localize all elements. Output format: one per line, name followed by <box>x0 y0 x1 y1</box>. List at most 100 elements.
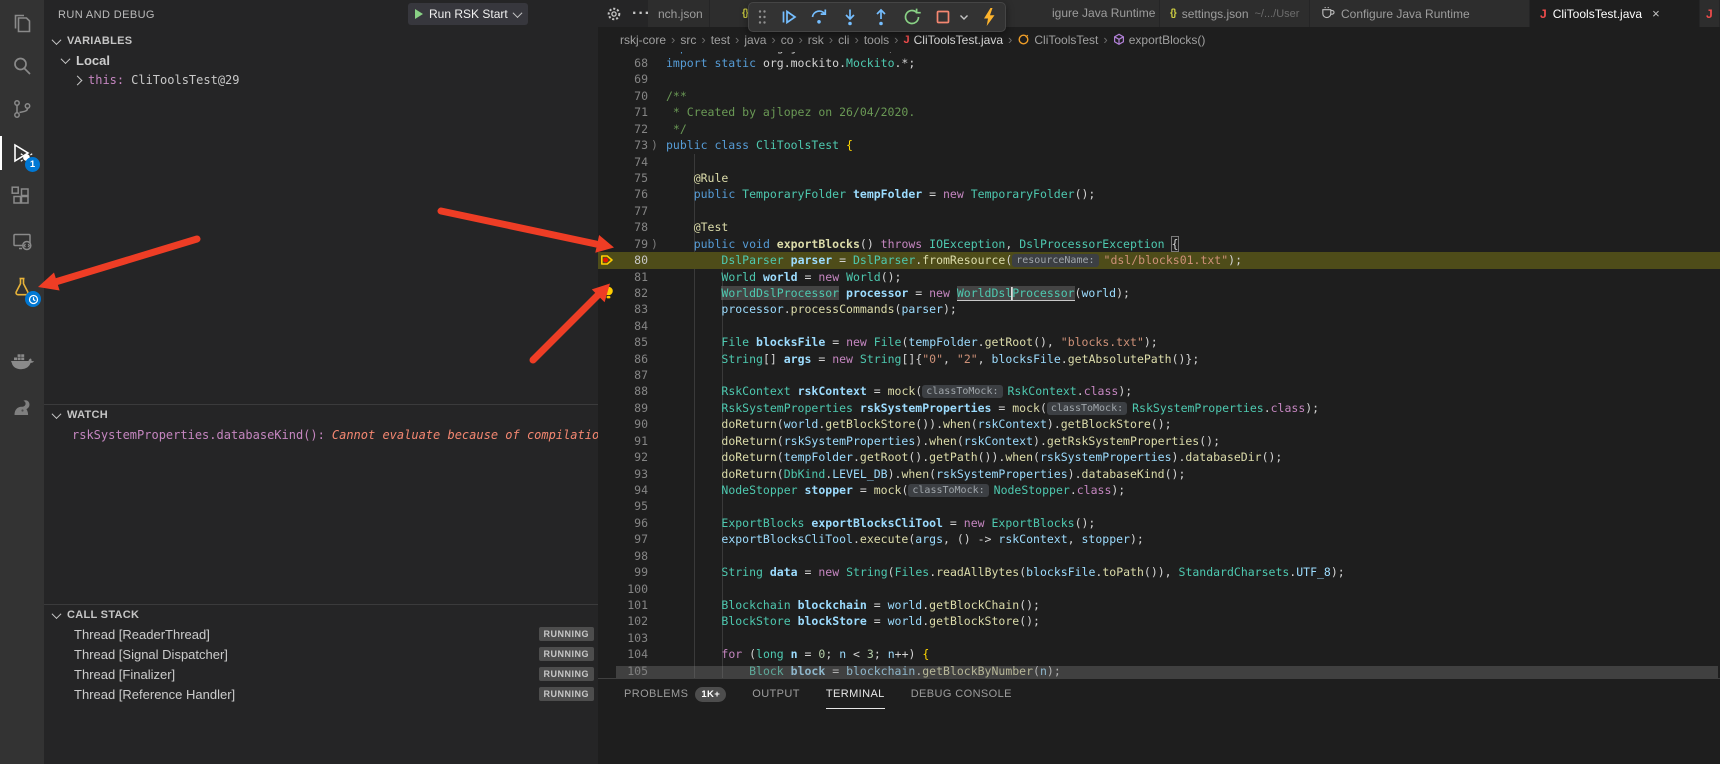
line-number[interactable]: 90 <box>598 416 648 432</box>
breadcrumb-item[interactable]: rskj-core <box>620 33 666 47</box>
line-number[interactable]: 80 <box>598 252 648 268</box>
horizontal-scrollbar[interactable] <box>616 666 1718 678</box>
panel-tab-terminal[interactable]: TERMINAL <box>826 679 885 709</box>
line-number[interactable]: 99 <box>598 564 648 580</box>
step-into-icon[interactable] <box>840 7 860 27</box>
code-text: import static org.junit.Assert.*; <box>666 52 895 54</box>
line-number[interactable]: 91 <box>598 433 648 449</box>
stop-icon[interactable] <box>933 7 953 27</box>
call-stack-thread-row[interactable]: Thread [Reference Handler]RUNNING <box>44 684 598 704</box>
code-editor[interactable]: 67import static org.junit.Assert.*;68imp… <box>598 52 1720 678</box>
line-number[interactable]: 82 <box>598 285 648 301</box>
call-stack-thread-row[interactable]: Thread [Finalizer]RUNNING <box>44 664 598 684</box>
line-number[interactable]: 101 <box>598 597 648 613</box>
drag-grip-icon[interactable] <box>757 8 767 26</box>
breadcrumb-item[interactable]: cli <box>838 33 849 47</box>
search-icon[interactable] <box>0 45 44 87</box>
breadcrumb-item[interactable]: tools <box>864 33 889 47</box>
test-running-clock-badge <box>25 291 41 307</box>
line-number[interactable]: 98 <box>598 548 648 564</box>
panel-tab-debug-console[interactable]: DEBUG CONSOLE <box>911 679 1012 709</box>
breadcrumb-class[interactable]: CliToolsTest <box>1034 33 1098 47</box>
source-control-icon[interactable] <box>0 88 44 130</box>
tab-settings-json[interactable]: {} settings.json ~/.../User <box>1160 0 1310 27</box>
line-number[interactable]: 95 <box>598 498 648 514</box>
line-number[interactable]: 70 <box>598 88 648 104</box>
start-debugging-icon[interactable] <box>415 9 423 19</box>
breadcrumb-member[interactable]: exportBlocks() <box>1129 33 1206 47</box>
remote-explorer-icon[interactable] <box>0 220 44 262</box>
continue-icon[interactable] <box>778 7 798 27</box>
line-number[interactable]: 87 <box>598 367 648 383</box>
extensions-icon[interactable] <box>0 176 44 218</box>
restart-icon[interactable] <box>902 7 922 27</box>
line-number[interactable]: 68 <box>598 55 648 71</box>
line-number[interactable]: 100 <box>598 581 648 597</box>
line-number[interactable]: 96 <box>598 515 648 531</box>
breadcrumb-item[interactable]: src <box>680 33 696 47</box>
line-number[interactable]: 102 <box>598 613 648 629</box>
line-number[interactable]: 71 <box>598 104 648 120</box>
stop-menu-chevron-icon[interactable] <box>958 11 970 23</box>
line-number[interactable]: 86 <box>598 351 648 367</box>
panel-tab-problems[interactable]: PROBLEMS1K+ <box>624 679 726 709</box>
line-number[interactable]: 78 <box>598 219 648 235</box>
panel-tab-output[interactable]: OUTPUT <box>752 679 800 709</box>
breadcrumb-file[interactable]: CliToolsTest.java <box>914 33 1003 47</box>
java-file-icon: J <box>1540 7 1547 21</box>
tab-launch-json[interactable]: nch.json <box>648 0 710 27</box>
call-stack-thread-row[interactable]: Thread [Signal Dispatcher]RUNNING <box>44 644 598 664</box>
line-number[interactable]: 104 <box>598 646 648 662</box>
close-icon[interactable]: × <box>1652 6 1660 21</box>
call-stack-pane-header[interactable]: CALL STACK <box>44 604 598 625</box>
line-number[interactable]: 93 <box>598 466 648 482</box>
step-out-icon[interactable] <box>871 7 891 27</box>
code-text: NodeStopper stopper = mock(classToMock:N… <box>666 483 1125 497</box>
hot-code-replace-icon[interactable] <box>981 7 997 27</box>
explorer-icon[interactable] <box>0 3 44 45</box>
watch-pane-header[interactable]: WATCH <box>44 404 598 425</box>
line-number[interactable]: 75 <box>598 170 648 186</box>
line-number[interactable]: 103 <box>598 630 648 646</box>
line-number[interactable]: 97 <box>598 531 648 547</box>
line-number[interactable]: 72 <box>598 121 648 137</box>
variable-this-row[interactable]: this: CliToolsTest@29 <box>74 73 240 87</box>
testing-flask-icon[interactable] <box>0 266 44 308</box>
variable-value: CliToolsTest@29 <box>131 73 239 87</box>
breadcrumb-item[interactable]: java <box>744 33 766 47</box>
line-number[interactable]: 69 <box>598 71 648 87</box>
docker-icon[interactable] <box>0 340 44 382</box>
settings-gear-icon[interactable] <box>606 0 622 27</box>
variables-scope-local[interactable]: Local <box>62 53 110 68</box>
line-number[interactable]: 85 <box>598 334 648 350</box>
watch-expression: rskSystemProperties.databaseKind(): <box>72 428 325 442</box>
watch-expression-row[interactable]: rskSystemProperties.databaseKind(): Cann… <box>72 428 598 442</box>
line-number[interactable]: 92 <box>598 449 648 465</box>
tab-clitoolstest-java[interactable]: J CliToolsTest.java × <box>1530 0 1700 27</box>
line-number[interactable]: 73 <box>598 137 648 153</box>
line-number[interactable]: 74 <box>598 154 648 170</box>
more-actions-icon[interactable]: ··· <box>632 0 651 27</box>
line-number[interactable]: 94 <box>598 482 648 498</box>
line-number[interactable]: 84 <box>598 318 648 334</box>
tab-partial-java[interactable]: J <box>1700 0 1720 27</box>
line-number[interactable]: 81 <box>598 269 648 285</box>
line-number[interactable]: 77 <box>598 203 648 219</box>
breadcrumb-item[interactable]: test <box>711 33 730 47</box>
breadcrumb-item[interactable]: rsk <box>808 33 824 47</box>
line-number[interactable]: 76 <box>598 186 648 202</box>
breadcrumb-item[interactable]: co <box>781 33 794 47</box>
call-stack-thread-row[interactable]: Thread [ReaderThread]RUNNING <box>44 624 598 644</box>
fold-icon[interactable]: ) <box>651 236 658 252</box>
line-number[interactable]: 89 <box>598 400 648 416</box>
tab-configure-java-runtime[interactable]: Configure Java Runtime <box>1310 0 1530 27</box>
variables-pane-header[interactable]: VARIABLES <box>44 31 598 51</box>
line-number[interactable]: 88 <box>598 383 648 399</box>
step-over-icon[interactable] <box>809 7 829 27</box>
line-number[interactable]: 83 <box>598 301 648 317</box>
fold-icon[interactable]: ) <box>651 137 658 153</box>
run-and-debug-icon[interactable]: 1 <box>0 132 44 174</box>
line-number[interactable]: 79 <box>598 236 648 252</box>
gradle-icon[interactable] <box>0 386 44 428</box>
launch-configuration-dropdown[interactable]: Run RSK Start <box>408 3 528 25</box>
